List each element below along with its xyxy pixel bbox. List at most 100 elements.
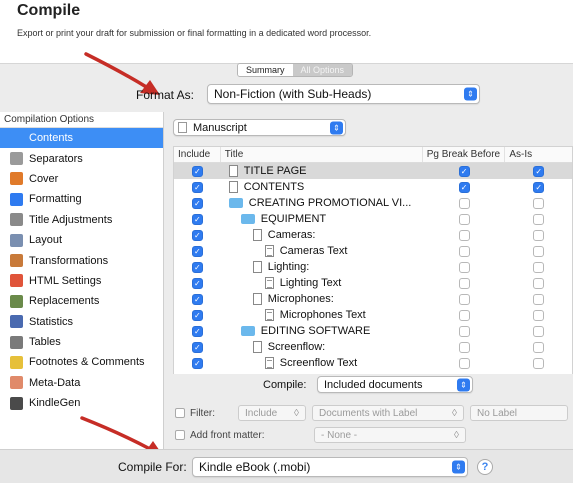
table-row[interactable]: ✓ Screenflow Text [174, 355, 572, 371]
tab-all-options[interactable]: All Options [292, 64, 353, 76]
statistics-icon [10, 315, 23, 329]
column-include[interactable]: Include [174, 147, 221, 162]
as-is-checkbox[interactable] [533, 245, 545, 257]
as-is-checkbox[interactable] [533, 309, 545, 321]
sidebar-item-statistics[interactable]: Statistics [0, 312, 163, 332]
filter-checkbox[interactable] [175, 408, 185, 418]
pg-break-checkbox[interactable] [458, 197, 470, 209]
tab-summary[interactable]: Summary [238, 64, 293, 76]
as-is-checkbox[interactable] [533, 213, 545, 225]
sidebar-item-footnotes-comments[interactable]: Footnotes & Comments [0, 352, 163, 372]
front-matter-checkbox[interactable] [175, 430, 185, 440]
sidebar-item-transformations[interactable]: Transformations [0, 250, 163, 270]
sidebar-item-html-settings[interactable]: HTML Settings [0, 271, 163, 291]
as-is-checkbox[interactable] [533, 293, 545, 305]
pg-break-checkbox[interactable] [458, 261, 470, 273]
table-row[interactable]: ✓ Microphones Text [174, 307, 572, 323]
compile-scope-popup[interactable]: Included documents ⇕ [317, 376, 473, 393]
sidebar-item-label: Contents [29, 132, 74, 145]
pg-break-checkbox[interactable]: ✓ [458, 165, 470, 177]
sidebar-item-label: Statistics [29, 315, 74, 328]
table-row[interactable]: ✓ Cameras: [174, 227, 572, 243]
pg-break-checkbox[interactable]: ✓ [458, 181, 470, 193]
as-is-checkbox[interactable] [533, 229, 545, 241]
replacements-icon [10, 294, 23, 308]
text-document-icon [264, 245, 274, 257]
sidebar-item-cover[interactable]: Cover [0, 169, 163, 189]
sidebar-item-separators[interactable]: Separators [0, 148, 163, 168]
folder-icon [228, 198, 243, 208]
filter-mode-popup[interactable]: Include ◊ [238, 405, 306, 421]
as-is-checkbox[interactable] [533, 341, 545, 353]
table-row[interactable]: ✓ CREATING PROMOTIONAL VI... [174, 195, 572, 211]
as-is-checkbox[interactable]: ✓ [533, 181, 545, 193]
include-checkbox[interactable]: ✓ [191, 325, 203, 337]
front-matter-popup[interactable]: - None - ◊ [314, 427, 466, 443]
pg-break-checkbox[interactable] [458, 293, 470, 305]
contents-icon [10, 131, 23, 145]
include-checkbox[interactable]: ✓ [191, 341, 203, 353]
include-checkbox[interactable]: ✓ [191, 245, 203, 257]
table-row[interactable]: ✓ EQUIPMENT [174, 211, 572, 227]
table-row[interactable]: ✓ EDITING SOFTWARE [174, 323, 572, 339]
sidebar-item-contents[interactable]: Contents [0, 128, 163, 149]
text-document-icon [264, 277, 274, 289]
sidebar-item-layout[interactable]: Layout [0, 230, 163, 250]
pg-break-checkbox[interactable] [458, 245, 470, 257]
include-checkbox[interactable]: ✓ [191, 165, 203, 177]
include-checkbox[interactable]: ✓ [191, 309, 203, 321]
column-title[interactable]: Title [221, 147, 423, 162]
as-is-checkbox[interactable] [533, 357, 545, 369]
include-checkbox[interactable]: ✓ [191, 197, 203, 209]
pg-break-checkbox[interactable] [458, 213, 470, 225]
title-adjustments-icon [10, 213, 23, 227]
as-is-checkbox[interactable] [533, 277, 545, 289]
column-as-is[interactable]: As-Is [505, 147, 572, 162]
pg-break-checkbox[interactable] [458, 277, 470, 289]
filter-value-popup[interactable]: No Label [470, 405, 568, 421]
sidebar-item-label: Title Adjustments [29, 213, 113, 226]
table-row[interactable]: ✓ Lighting: [174, 259, 572, 275]
table-row[interactable]: ✓ TITLE PAGE ✓ ✓ [174, 163, 572, 179]
popup-stepper-icon: ⇕ [330, 121, 343, 134]
include-checkbox[interactable]: ✓ [191, 357, 203, 369]
include-checkbox[interactable]: ✓ [191, 261, 203, 273]
filter-criterion-popup[interactable]: Documents with Label ◊ [312, 405, 464, 421]
sidebar-item-replacements[interactable]: Replacements [0, 291, 163, 311]
sidebar-item-kindlegen[interactable]: KindleGen [0, 393, 163, 413]
chevron-updown-icon: ◊ [452, 407, 457, 419]
table-row[interactable]: ✓ CONTENTS ✓ ✓ [174, 179, 572, 195]
sidebar-item-meta-data[interactable]: Meta-Data [0, 373, 163, 393]
as-is-checkbox[interactable] [533, 325, 545, 337]
compile-for-popup[interactable]: Kindle eBook (.mobi) ⇕ [192, 457, 468, 477]
pg-break-checkbox[interactable] [458, 325, 470, 337]
row-title: Cameras: [267, 229, 316, 241]
sidebar-item-tables[interactable]: Tables [0, 332, 163, 352]
include-checkbox[interactable]: ✓ [191, 229, 203, 241]
as-is-checkbox[interactable] [533, 197, 545, 209]
pg-break-checkbox[interactable] [458, 341, 470, 353]
help-button[interactable]: ? [477, 459, 493, 475]
view-mode-switch[interactable]: Summary All Options [237, 63, 354, 77]
compile-for-value: Kindle eBook (.mobi) [199, 460, 311, 474]
table-row[interactable]: ✓ Lighting Text [174, 275, 572, 291]
table-row[interactable]: ✓ Screenflow: [174, 339, 572, 355]
sidebar-item-title-adjustments[interactable]: Title Adjustments [0, 210, 163, 230]
front-matter-label: Add front matter: [190, 429, 265, 441]
sidebar-item-formatting[interactable]: Formatting [0, 189, 163, 209]
pg-break-checkbox[interactable] [458, 357, 470, 369]
include-checkbox[interactable]: ✓ [191, 293, 203, 305]
pg-break-checkbox[interactable] [458, 309, 470, 321]
include-checkbox[interactable]: ✓ [191, 277, 203, 289]
column-pg-break[interactable]: Pg Break Before [423, 147, 506, 162]
group-popup[interactable]: Manuscript ⇕ [173, 119, 346, 136]
pg-break-checkbox[interactable] [458, 229, 470, 241]
table-row[interactable]: ✓ Microphones: [174, 291, 572, 307]
as-is-checkbox[interactable]: ✓ [533, 165, 545, 177]
table-row[interactable]: ✓ Cameras Text [174, 243, 572, 259]
format-as-popup[interactable]: Non-Fiction (with Sub-Heads) ⇕ [207, 84, 480, 104]
footnotes-icon [10, 355, 23, 369]
as-is-checkbox[interactable] [533, 261, 545, 273]
include-checkbox[interactable]: ✓ [191, 213, 203, 225]
include-checkbox[interactable]: ✓ [191, 181, 203, 193]
